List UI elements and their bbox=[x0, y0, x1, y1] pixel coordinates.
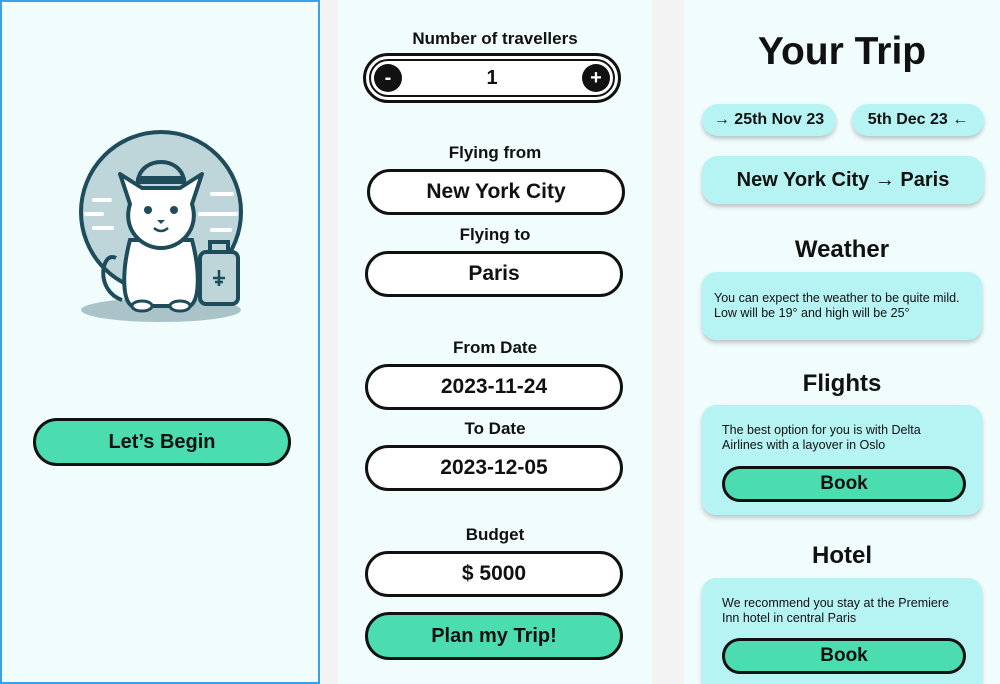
welcome-screen: Let’s Begin bbox=[0, 0, 320, 684]
trip-form-screen: Number of travellers 1 - + Flying from N… bbox=[338, 0, 652, 684]
from-date-label: From Date bbox=[452, 338, 538, 357]
flying-from-label: Flying from bbox=[448, 143, 542, 162]
hotel-text: We recommend you stay at the Premiere In… bbox=[722, 596, 949, 625]
plan-trip-button[interactable]: Plan my Trip! bbox=[365, 612, 623, 660]
flights-text: The best option for you is with Delta Ai… bbox=[722, 423, 921, 452]
return-date-chip[interactable]: 5th Dec 23 ← bbox=[852, 104, 984, 136]
trip-summary-screen: Your Trip → 25th Nov 23 5th Dec 23 ← New… bbox=[684, 0, 1000, 684]
to-date-field[interactable]: 2023-12-05 bbox=[365, 445, 623, 491]
budget-field[interactable]: $ 5000 bbox=[365, 551, 623, 597]
to-date-label: To Date bbox=[464, 419, 526, 438]
book-flight-button[interactable]: Book bbox=[722, 466, 966, 502]
cat-pilot-mascot-icon bbox=[79, 130, 243, 322]
weather-card: You can expect the weather to be quite m… bbox=[702, 272, 982, 340]
book-hotel-button[interactable]: Book bbox=[722, 638, 966, 674]
weather-text: You can expect the weather to be quite m… bbox=[714, 291, 960, 320]
plus-icon[interactable]: + bbox=[582, 64, 610, 92]
weather-title: Weather bbox=[794, 236, 890, 263]
travellers-label: Number of travellers bbox=[412, 29, 578, 48]
route-chip: New York City → Paris bbox=[702, 156, 984, 204]
depart-date-chip[interactable]: → 25th Nov 23 bbox=[702, 104, 836, 136]
page-title: Your Trip bbox=[757, 30, 927, 73]
flying-to-label: Flying to bbox=[459, 225, 531, 244]
travellers-value: 1 bbox=[369, 59, 615, 97]
from-date-field[interactable]: 2023-11-24 bbox=[365, 364, 623, 410]
flights-card: The best option for you is with Delta Ai… bbox=[702, 405, 982, 515]
flying-from-field[interactable]: New York City bbox=[367, 169, 625, 215]
flying-to-field[interactable]: Paris bbox=[365, 251, 623, 297]
budget-label: Budget bbox=[465, 525, 525, 544]
flights-title: Flights bbox=[802, 370, 882, 397]
hotel-card: We recommend you stay at the Premiere In… bbox=[702, 578, 982, 684]
hotel-title: Hotel bbox=[812, 542, 872, 569]
suitcase-icon bbox=[198, 240, 240, 306]
minus-icon[interactable]: - bbox=[374, 64, 402, 92]
travellers-stepper: 1 - + bbox=[363, 53, 621, 103]
lets-begin-button[interactable]: Let’s Begin bbox=[33, 418, 291, 466]
